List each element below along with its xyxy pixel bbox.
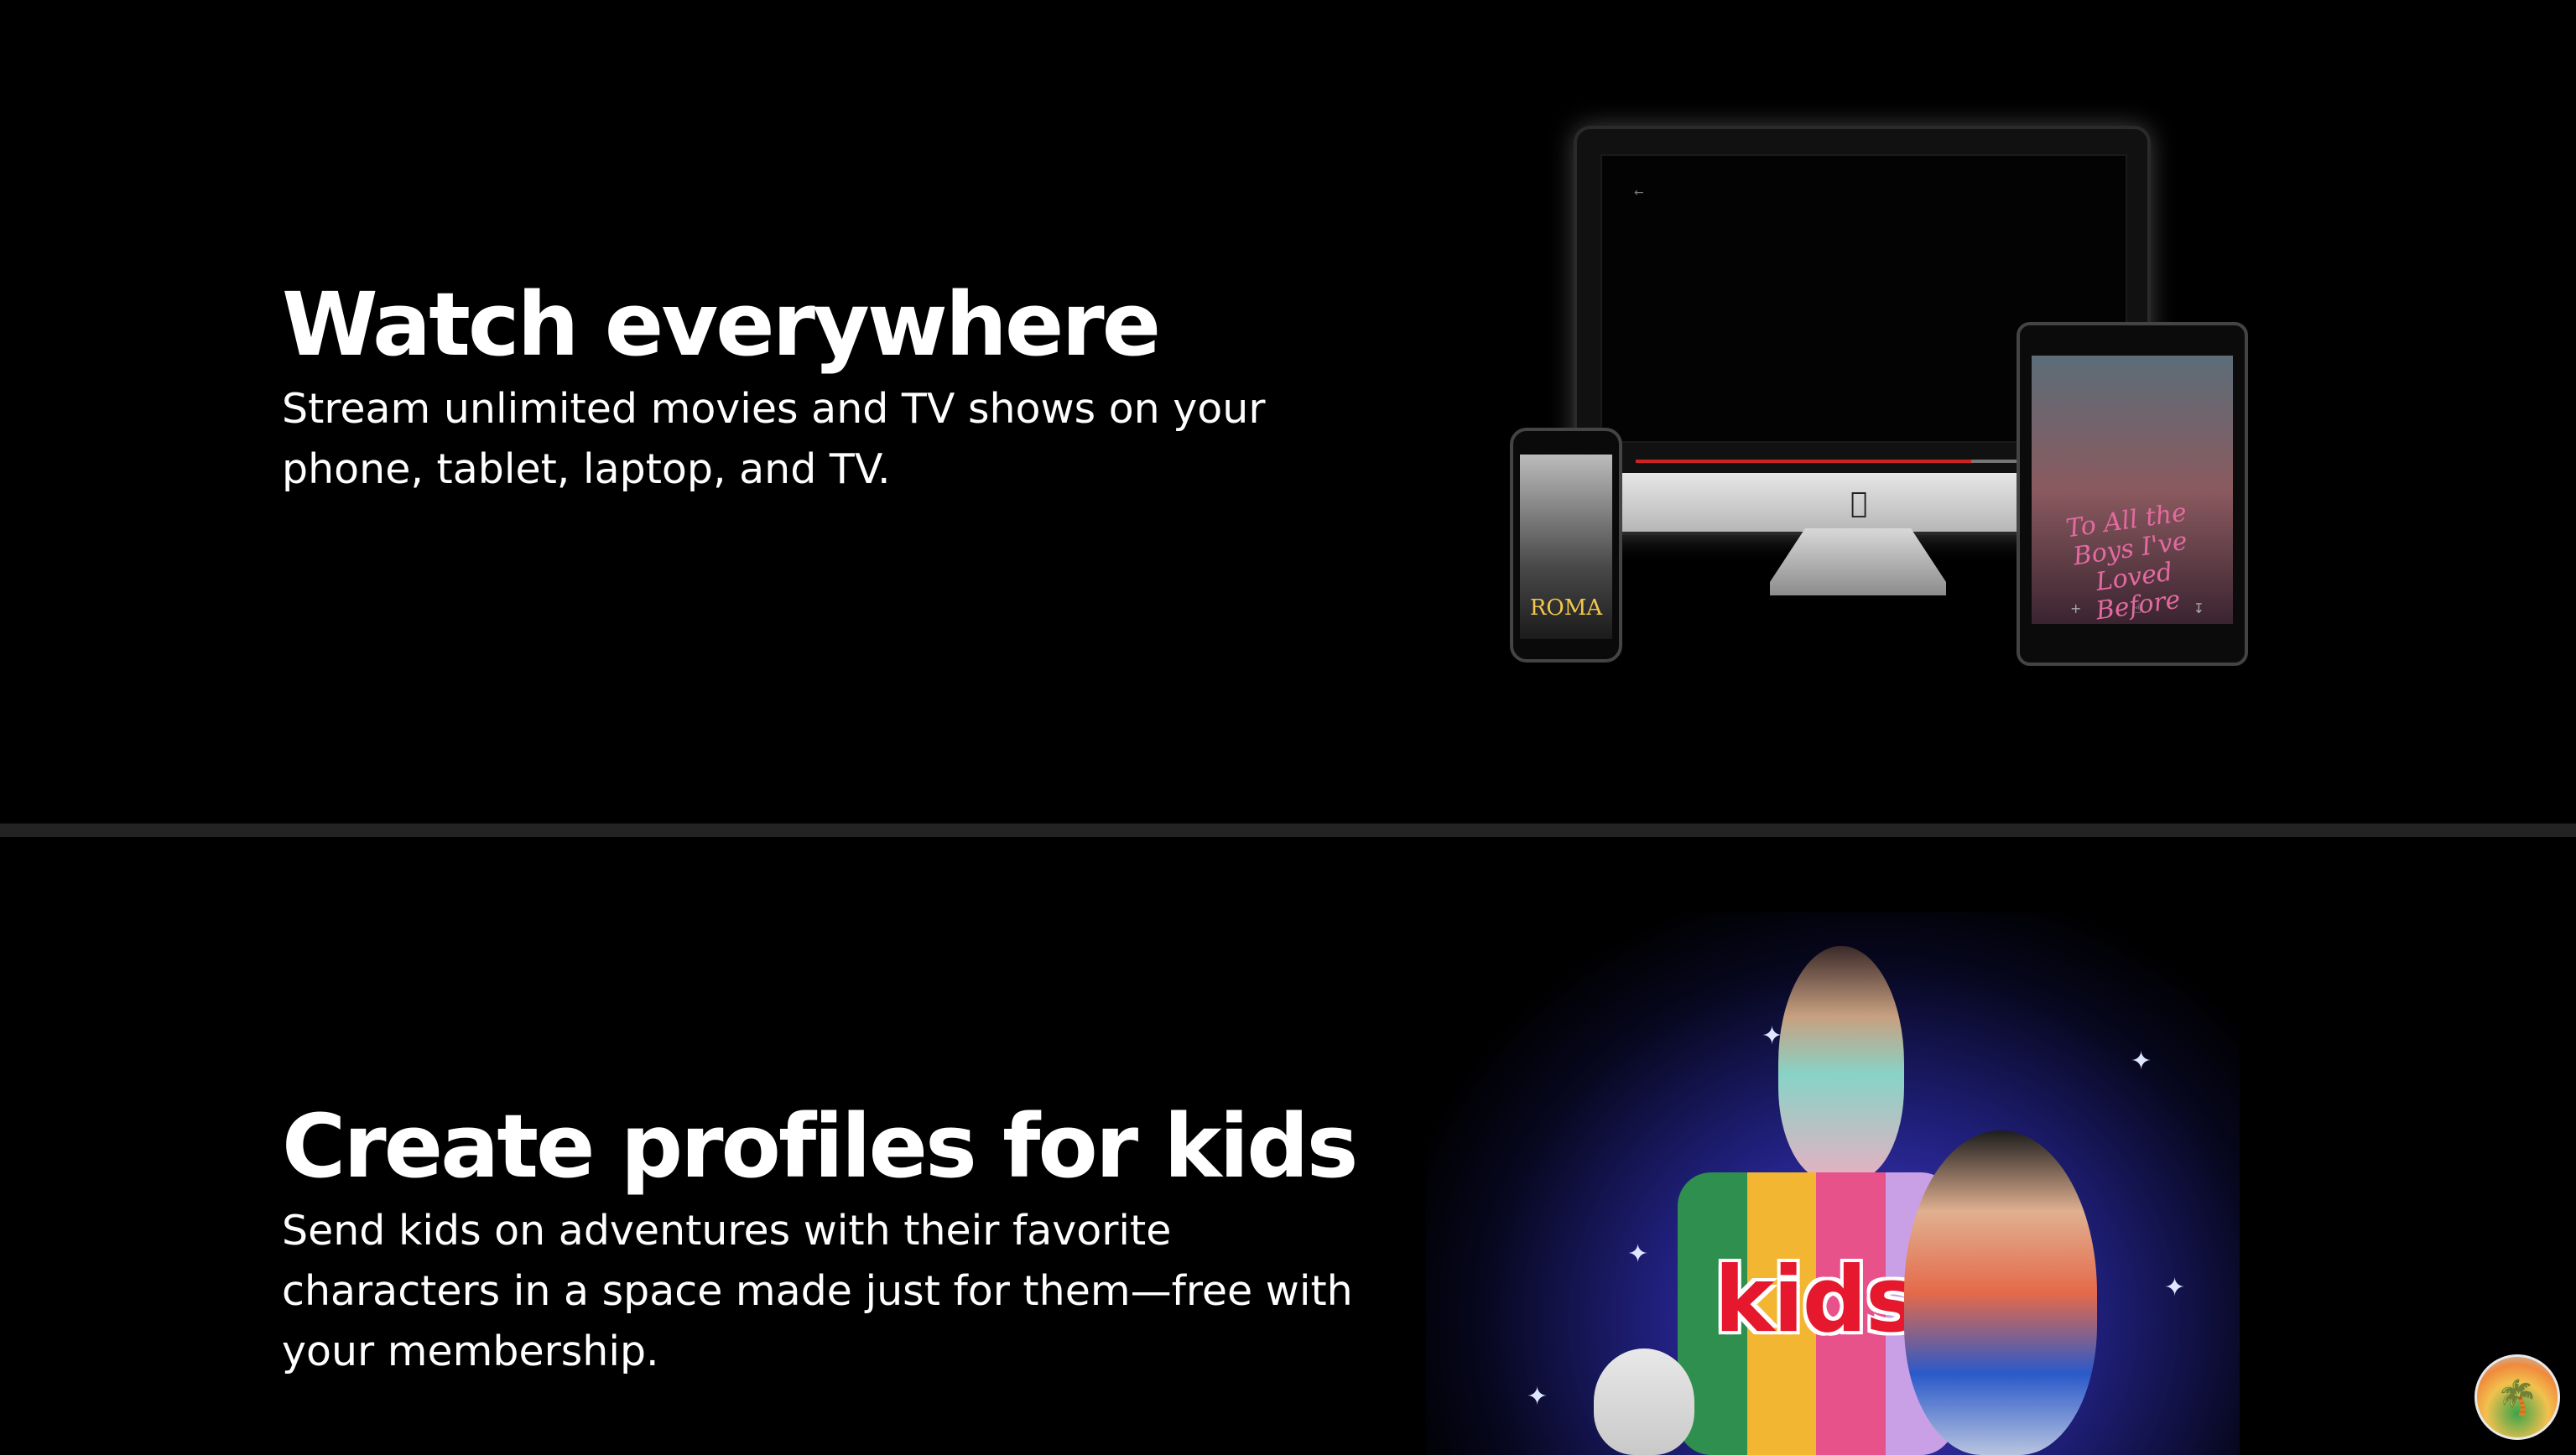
back-arrow-icon: ← (1634, 186, 1644, 200)
kids-profiles-section: Create profiles for kids Send kids on ad… (0, 837, 2576, 1455)
description-line: Stream unlimited movies and TV shows on … (282, 385, 1266, 434)
phone-poster-title: ROMA (1529, 595, 1603, 621)
girl-character (1778, 946, 1904, 1181)
description-line: your membership. (282, 1328, 659, 1376)
watch-everywhere-description: Stream unlimited movies and TV shows on … (282, 379, 1372, 500)
download-icon: ↧ (2193, 600, 2204, 616)
kids-illustration: ✦ ✦ ✦ ✦ ✦ kids (1426, 912, 2240, 1455)
description-line: phone, tablet, laptop, and TV. (282, 445, 891, 494)
thumbs-up-icon: ☝ (2133, 600, 2141, 616)
watch-everywhere-title: Watch everywhere (282, 273, 1161, 376)
star-icon: ✦ (1527, 1382, 1548, 1411)
tablet-controls: + ☝ ↧ (2070, 600, 2204, 616)
description-line: Send kids on adventures with their favor… (282, 1207, 1172, 1255)
kids-logo-text: kids (1714, 1248, 1919, 1353)
watch-everywhere-text: Watch everywhere Stream unlimited movies… (282, 277, 1372, 500)
video-progress-bar (1636, 460, 1971, 463)
plus-icon: + (2070, 600, 2082, 616)
phone-screen: ROMA (1520, 455, 1612, 639)
imac-stand (1770, 528, 1946, 595)
tablet-device: To All the Boys I've Loved Before + ☝ ↧ (2017, 322, 2248, 666)
star-icon: ✦ (2131, 1047, 2152, 1076)
bunny-character (1594, 1348, 1694, 1455)
watch-everywhere-section: Watch everywhere Stream unlimited movies… (0, 0, 2576, 824)
phone-device: ROMA (1510, 428, 1622, 663)
description-line: characters in a space made just for them… (282, 1267, 1353, 1316)
apple-logo-icon:  (1850, 486, 1867, 520)
devices-illustration: ←  ROMA To All the Boys I've Loved Befo… (1493, 117, 2265, 671)
section-divider (0, 824, 2576, 837)
kids-profiles-title: Create profiles for kids (282, 1095, 1359, 1198)
palm-beach-avatar-icon[interactable]: 🌴 (2475, 1354, 2560, 1440)
star-icon: ✦ (1627, 1239, 1649, 1269)
tablet-screen: To All the Boys I've Loved Before (2032, 356, 2233, 626)
kids-profiles-description: Send kids on adventures with their favor… (282, 1201, 1372, 1382)
star-icon: ✦ (2164, 1273, 2186, 1302)
kids-profiles-text: Create profiles for kids Send kids on ad… (282, 1099, 1372, 1382)
boy-character (1904, 1130, 2097, 1455)
